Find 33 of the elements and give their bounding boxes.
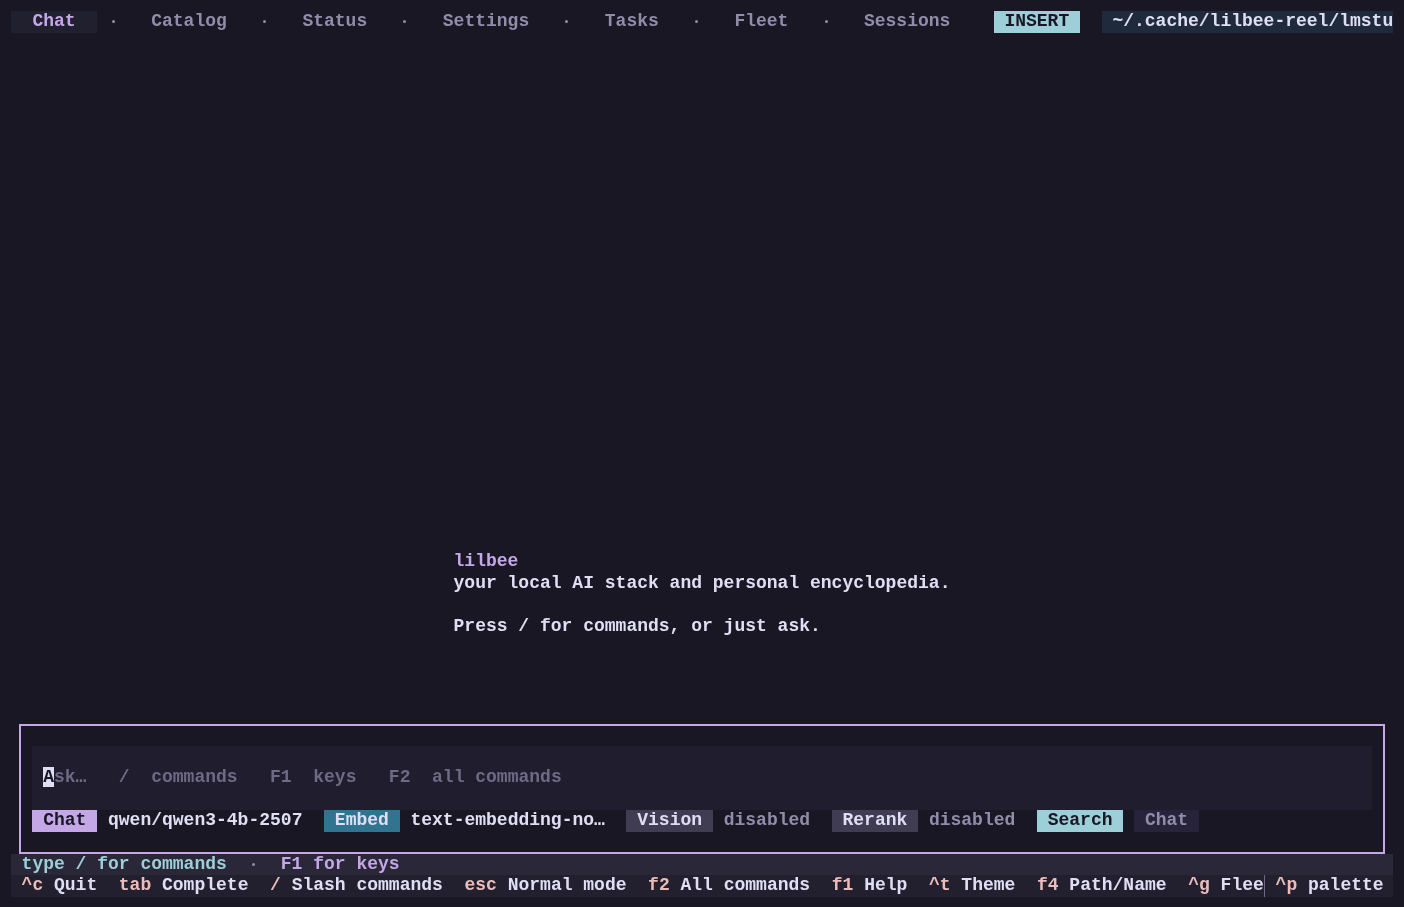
nav-tab[interactable]: Status	[280, 11, 389, 33]
mode-indicator: INSERT	[993, 11, 1080, 33]
nav-tab[interactable]: Catalog	[129, 11, 249, 33]
nav-tab[interactable]: Chat	[10, 11, 98, 33]
footer-shortcut[interactable]: ^t Theme	[928, 875, 1016, 897]
nav-tab[interactable]: Sessions	[842, 11, 972, 33]
footer-shortcut[interactable]: ^p palette	[1263, 875, 1384, 897]
prompt-text: Press / for commands, or just ask.	[453, 615, 822, 638]
footer-shortcut[interactable]: tab Complete	[118, 875, 249, 897]
model-value: qwen/qwen3-4b-2507	[107, 810, 304, 832]
path-label: ~/.cache/lilbee-reel/lmstu	[1101, 11, 1394, 33]
model-role-label: Embed	[324, 810, 400, 832]
footer-shortcut[interactable]: / Slash commands	[270, 875, 443, 897]
mode-toggle-option[interactable]: Chat	[1134, 810, 1199, 832]
footer-shortcut[interactable]: f1 Help	[831, 875, 908, 897]
app-title: lilbee	[453, 551, 520, 573]
nav-tab[interactable]: Settings	[421, 11, 551, 33]
hint-text: type / for commands	[21, 853, 227, 876]
nav-tab[interactable]: Fleet	[712, 11, 810, 33]
footer-shortcut[interactable]: ^g Flee	[1188, 875, 1264, 897]
model-role-label: Chat	[32, 810, 98, 832]
footer-shortcut[interactable]: f4 Path/Name	[1036, 875, 1167, 897]
tagline-text: your local AI stack and personal encyclopedia.	[453, 572, 951, 595]
footer-shortcut[interactable]: ^c Quit	[21, 875, 98, 897]
nav-tab[interactable]: Tasks	[583, 11, 681, 33]
chat-input[interactable]: Ask… / commands F1 keys F2 all commands	[32, 745, 1372, 811]
mode-toggle-option[interactable]: Search	[1036, 810, 1124, 832]
footer-shortcut[interactable]: esc Normal mode	[464, 875, 627, 897]
footer-shortcut[interactable]: f2 All commands	[648, 875, 811, 897]
model-value: text-embedding-no…	[409, 810, 606, 832]
model-value: disabled	[927, 810, 1017, 832]
hint-text: F1 for keys	[280, 853, 400, 876]
model-role-label: Rerank	[831, 810, 919, 832]
